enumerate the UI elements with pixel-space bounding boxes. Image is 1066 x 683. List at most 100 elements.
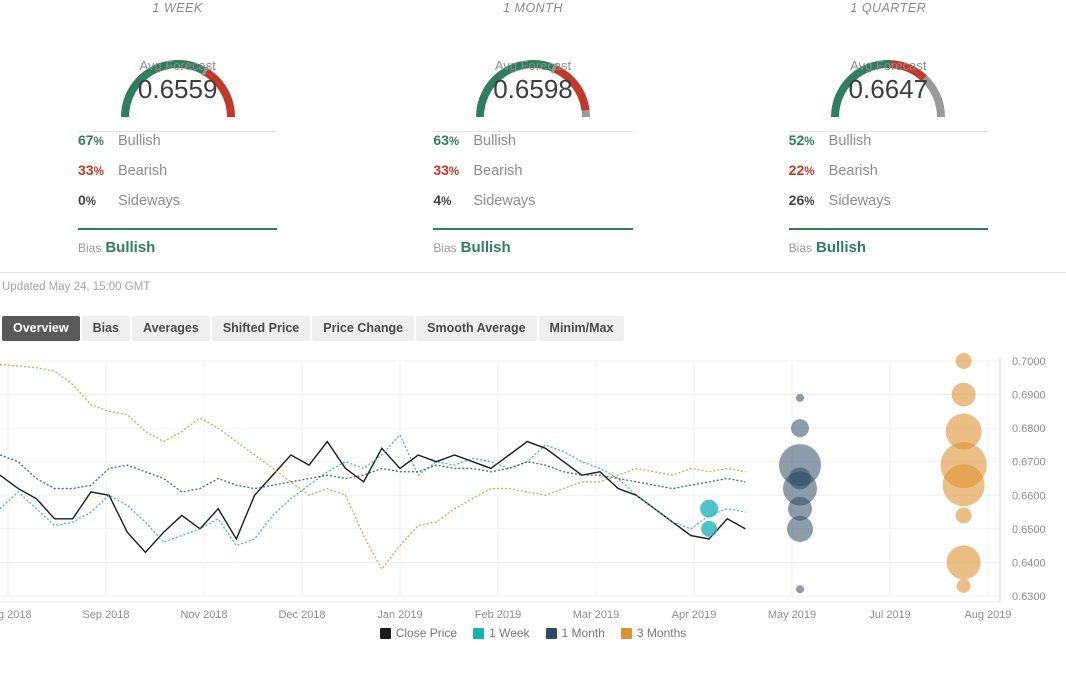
stat-percent: 33% — [433, 162, 473, 178]
bias-label: Bias — [789, 241, 812, 255]
stat-row-bearish: 33% Bearish — [0, 162, 355, 192]
stat-label: Bearish — [829, 163, 878, 179]
tab-smooth-average[interactable]: Smooth Average — [416, 316, 536, 341]
stat-row-sideways: 4% Sideways — [355, 192, 710, 222]
stat-label: Sideways — [473, 193, 535, 209]
series-line-1-month — [0, 455, 745, 492]
bubble-3-months[interactable] — [956, 353, 972, 369]
percent-sign: % — [94, 166, 104, 178]
bias-row: BiasBullish — [711, 230, 1066, 257]
bubble-1-month[interactable] — [787, 516, 813, 542]
stat-label: Bullish — [118, 133, 161, 149]
y-axis-tick-label: 0.6900 — [1012, 390, 1046, 402]
stat-row-bullish: 52% Bullish — [711, 132, 1066, 162]
tab-averages[interactable]: Averages — [132, 316, 210, 341]
stat-percent-value: 33 — [433, 162, 449, 178]
card-title: 1 QUARTER — [711, 0, 1066, 15]
percent-sign: % — [804, 136, 814, 148]
stat-label: Bearish — [118, 163, 167, 179]
y-axis-tick-label: 0.7000 — [1012, 356, 1046, 368]
tab-minim-max[interactable]: Minim/Max — [539, 316, 625, 341]
stat-percent-value: 0 — [78, 192, 86, 208]
bubble-1-month[interactable] — [796, 394, 804, 402]
stat-label: Sideways — [829, 193, 891, 209]
stats-list: 63% Bullish 33% Bearish 4% Sideways — [355, 132, 710, 222]
bubble-3-months[interactable] — [943, 464, 985, 506]
stat-percent-value: 4 — [433, 192, 441, 208]
chart-legend: Close Price 1 Week 1 Month 3 Months — [0, 626, 1066, 640]
bias-value: Bullish — [105, 239, 155, 256]
percent-sign: % — [804, 166, 814, 178]
gauge-1-quarter: Avg Forecast 0.6647 — [711, 21, 1066, 121]
bubble-3-months[interactable] — [952, 383, 976, 407]
series-line-3-months — [0, 364, 745, 569]
gauge-segment-sideways — [925, 78, 942, 117]
stat-label: Bullish — [829, 133, 872, 149]
percent-sign: % — [86, 196, 96, 208]
percent-sign: % — [441, 196, 451, 208]
percent-sign: % — [449, 166, 459, 178]
stat-row-bearish: 22% Bearish — [711, 162, 1066, 192]
tab-price-change[interactable]: Price Change — [312, 316, 414, 341]
x-axis-tick-label: Feb 2019 — [475, 609, 521, 621]
legend-label: 3 Months — [637, 626, 686, 640]
x-axis-tick-label: Jul 2019 — [869, 609, 911, 621]
legend-swatch-icon — [380, 628, 391, 639]
legend-swatch-icon — [546, 628, 557, 639]
chart-canvas[interactable]: 0.70000.69000.68000.67000.66000.65000.64… — [0, 353, 1066, 628]
bubble-1-month[interactable] — [796, 585, 804, 593]
stat-label: Bearish — [473, 163, 522, 179]
stat-percent-value: 33 — [78, 162, 94, 178]
stat-row-sideways: 26% Sideways — [711, 192, 1066, 222]
forecast-card-1-quarter: 1 QUARTER Avg Forecast 0.6647 52% Bullis… — [711, 0, 1066, 272]
bubble-1-week[interactable] — [700, 500, 718, 518]
tab-overview[interactable]: Overview — [2, 316, 80, 341]
x-axis-tick-label: May 2019 — [768, 609, 816, 621]
tab-bias[interactable]: Bias — [82, 316, 130, 341]
stat-percent-value: 22 — [789, 162, 805, 178]
bias-row: Bias Bullish — [0, 230, 355, 257]
bubble-3-months[interactable] — [956, 507, 972, 523]
legend-item-3-months[interactable]: 3 Months — [621, 626, 686, 640]
bias-label: Bias — [433, 241, 456, 255]
x-axis-tick-label: Dec 2018 — [278, 609, 325, 621]
legend-swatch-icon — [473, 628, 484, 639]
x-axis-tick-label: Nov 2018 — [180, 609, 227, 621]
legend-item-1-week[interactable]: 1 Week — [473, 626, 529, 640]
stat-percent: 26% — [789, 192, 829, 208]
bias-value: Bullish — [461, 239, 511, 256]
y-axis-tick-label: 0.6400 — [1012, 557, 1046, 569]
legend-item-close-price[interactable]: Close Price — [380, 626, 457, 640]
y-axis-tick-label: 0.6500 — [1012, 524, 1046, 536]
stat-percent-value: 52 — [789, 132, 805, 148]
percent-sign: % — [449, 136, 459, 148]
gauge-needle-marker — [553, 68, 556, 69]
card-title: 1 WEEK — [0, 0, 355, 15]
gauge-segment-bullish — [125, 64, 205, 117]
stat-percent-value: 67 — [78, 132, 94, 148]
bias-label: Bias — [78, 241, 101, 255]
legend-label: 1 Week — [489, 626, 529, 640]
legend-item-1-month[interactable]: 1 Month — [546, 626, 605, 640]
gauge-segment-bearish — [554, 68, 586, 110]
bubble-3-months[interactable] — [947, 545, 981, 579]
bubble-3-months[interactable] — [957, 579, 971, 593]
y-axis-tick-label: 0.6300 — [1012, 591, 1046, 603]
gauge-1-month: Avg Forecast 0.6598 — [355, 21, 710, 121]
bubble-1-month[interactable] — [791, 419, 809, 437]
chart-tab-bar: OverviewBiasAveragesShifted PricePrice C… — [0, 293, 1066, 341]
stat-percent-value: 26 — [789, 192, 805, 208]
forecast-chart[interactable]: 0.70000.69000.68000.67000.66000.65000.64… — [0, 353, 1066, 653]
stat-row-bearish: 33% Bearish — [355, 162, 710, 192]
tab-shifted-price[interactable]: Shifted Price — [212, 316, 310, 341]
gauge-segment-bullish — [480, 64, 554, 117]
x-axis-tick-label: Apr 2019 — [672, 609, 717, 621]
bias-row: Bias Bullish — [355, 230, 710, 257]
bubble-1-week[interactable] — [701, 521, 717, 537]
stats-list: 67% Bullish 33% Bearish 0% Sideways — [0, 132, 355, 222]
stat-percent: 52% — [789, 132, 829, 148]
forecast-card-1-month: 1 MONTH Avg Forecast 0.6598 63% Bullish … — [355, 0, 710, 272]
stat-row-bullish: 67% Bullish — [0, 132, 355, 162]
stats-list: 52% Bullish 22% Bearish 26% Sideways — [711, 132, 1066, 222]
forecast-card-row: 1 WEEK Avg Forecast 0.6559 67% Bullish 3… — [0, 0, 1066, 272]
